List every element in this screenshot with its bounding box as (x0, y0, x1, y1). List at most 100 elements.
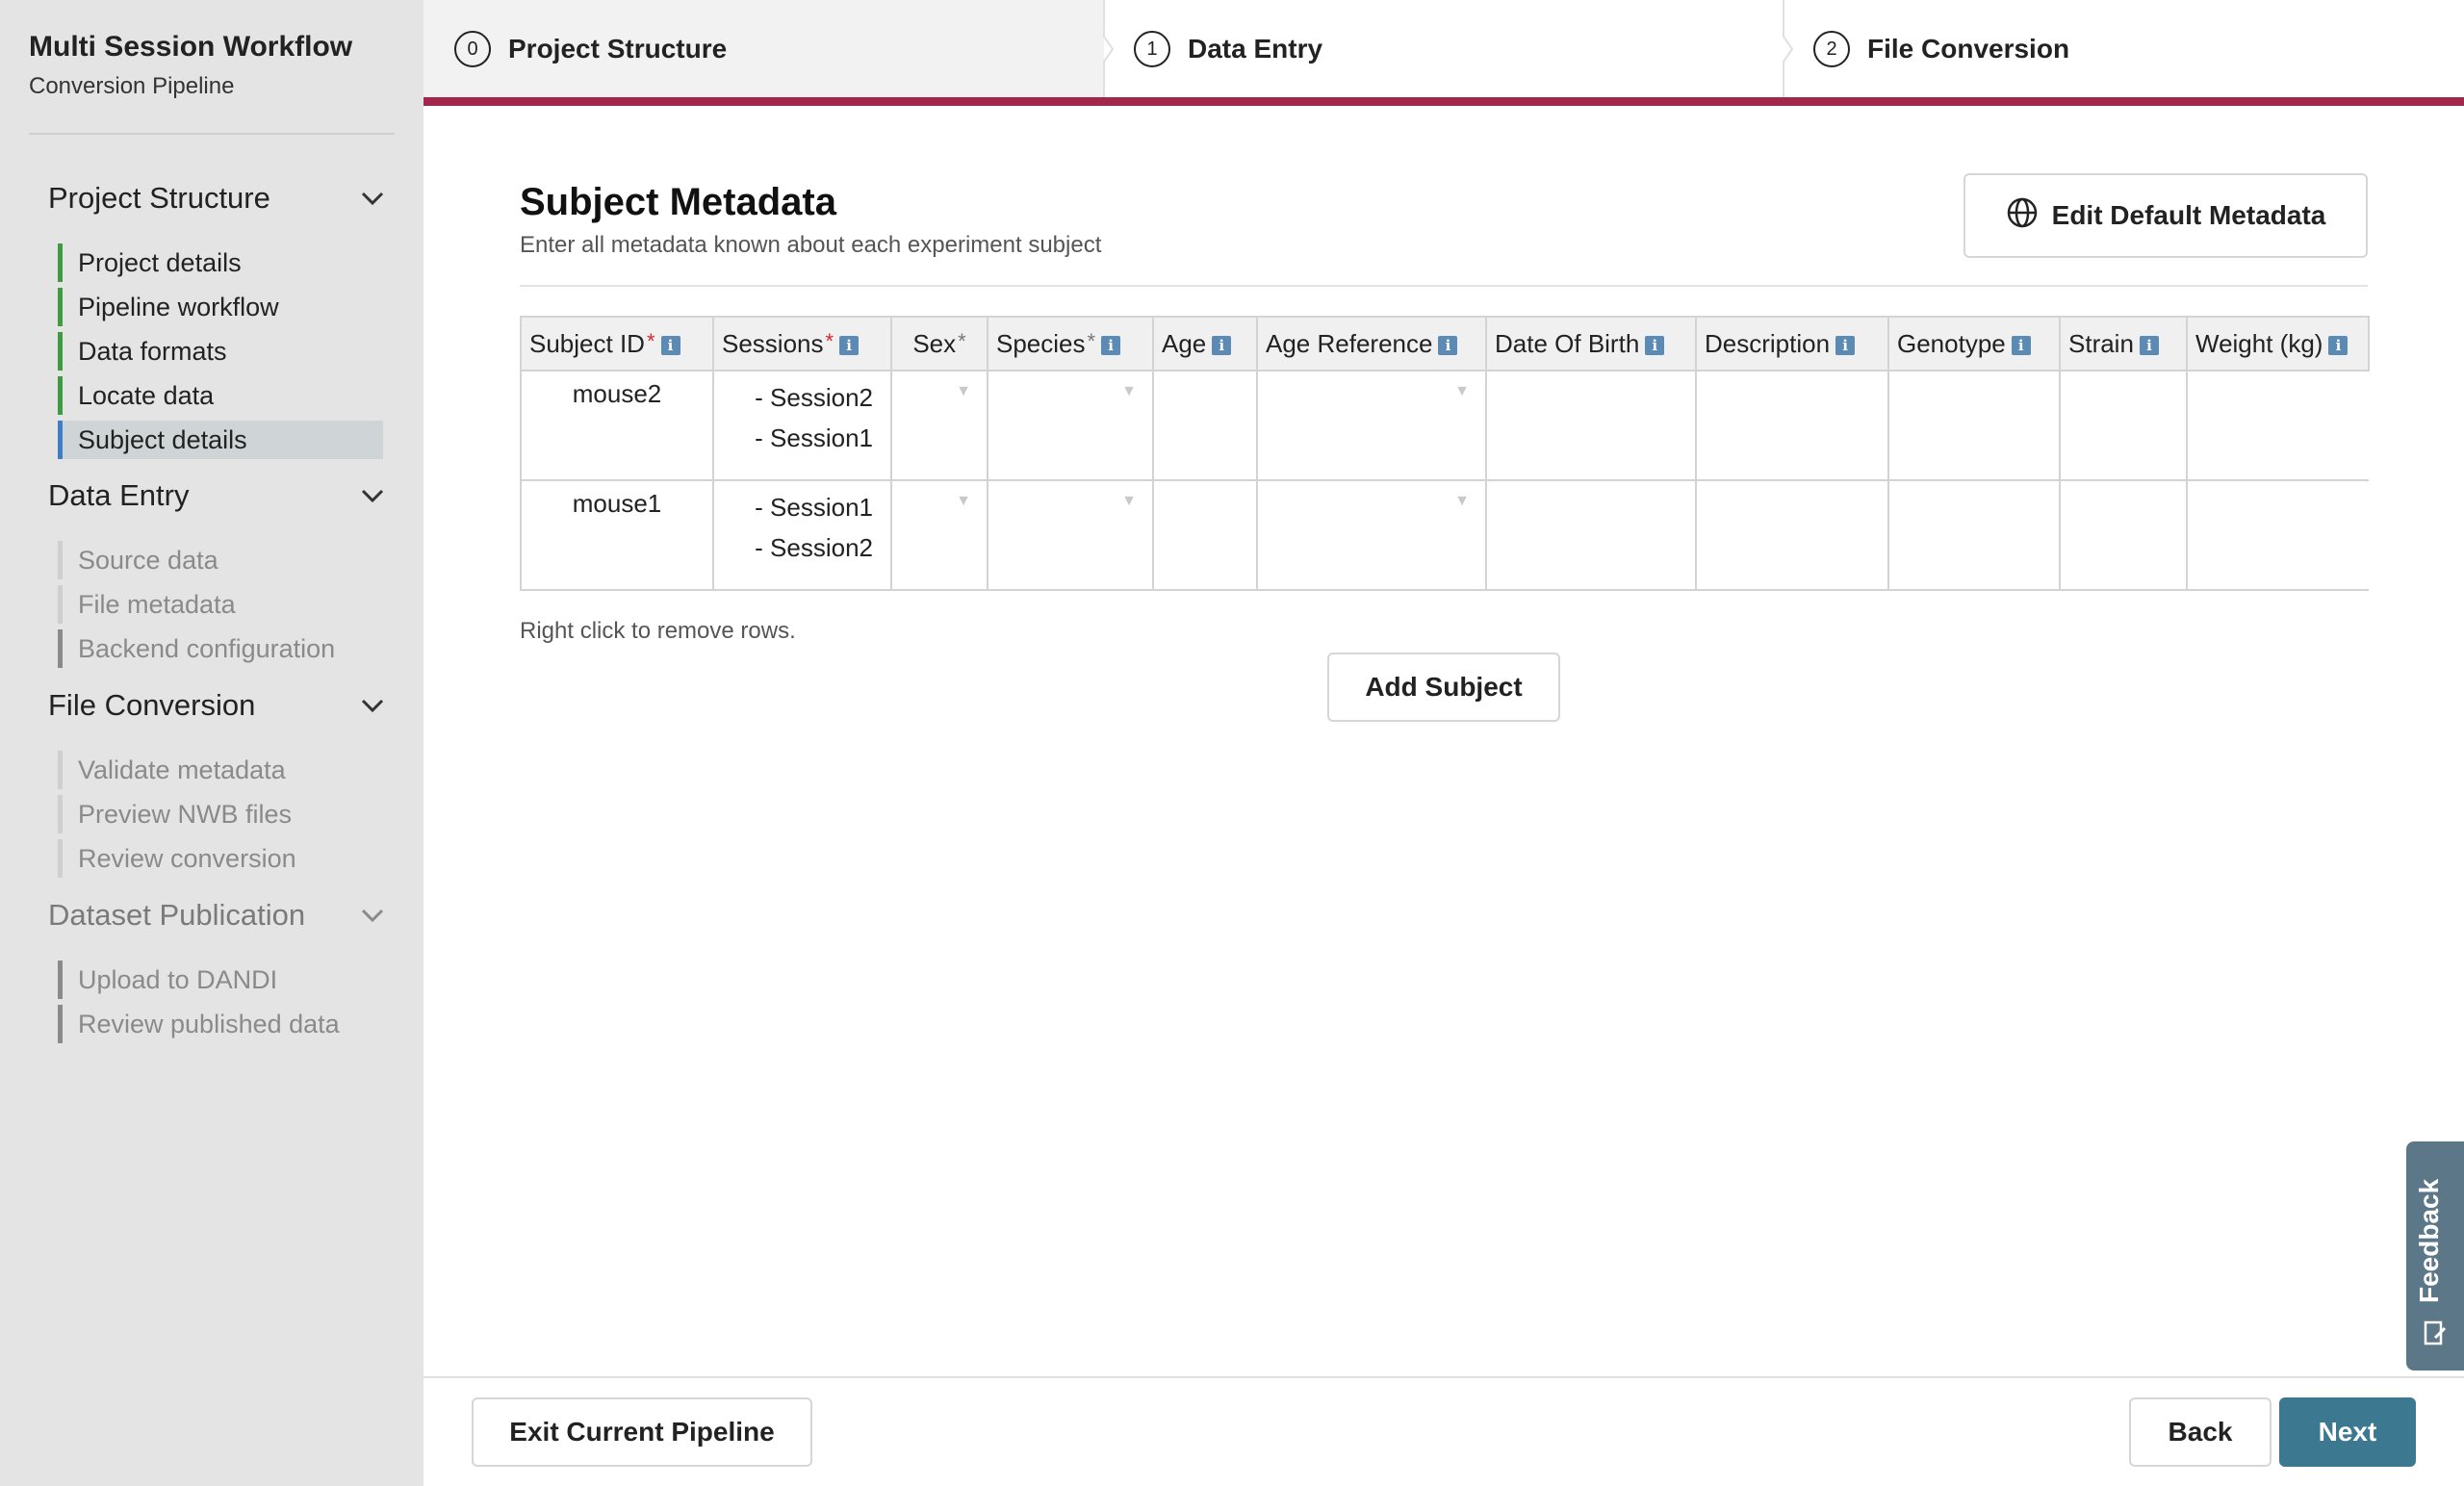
species-cell[interactable]: ▼ (987, 370, 1154, 481)
section-label: Project Structure (48, 181, 270, 215)
column-label: Date Of Birth (1495, 328, 1640, 358)
feedback-tab[interactable]: Feedback (2406, 1141, 2464, 1371)
exit-pipeline-button[interactable]: Exit Current Pipeline (472, 1397, 812, 1467)
column-header-age-reference[interactable]: Age Reference i (1256, 316, 1487, 372)
species-cell[interactable]: ▼ (987, 479, 1154, 591)
table-hint: Right click to remove rows. (520, 618, 796, 644)
app-title: Multi Session Workflow (29, 31, 353, 63)
info-icon[interactable]: i (1835, 335, 1856, 355)
sidebar-item-upload-to-dandi[interactable]: Upload to DANDI (58, 961, 383, 999)
required-marker: * (646, 328, 655, 353)
subject-id-cell[interactable]: mouse2 (520, 370, 714, 481)
sex-cell[interactable]: ▼ (890, 370, 988, 481)
age-reference-cell[interactable]: ▼ (1256, 370, 1487, 481)
column-header-species[interactable]: Species* i (987, 316, 1154, 372)
strain-cell[interactable] (2059, 479, 2188, 591)
sidebar: Multi Session Workflow Conversion Pipeli… (0, 0, 424, 1486)
column-header-age[interactable]: Age i (1152, 316, 1258, 372)
back-button[interactable]: Back (2129, 1397, 2272, 1467)
column-label: Weight (kg) (2195, 328, 2323, 358)
sidebar-item-pipeline-workflow[interactable]: Pipeline workflow (58, 288, 383, 326)
info-icon[interactable]: i (660, 335, 680, 355)
column-header-genotype[interactable]: Genotype i (1887, 316, 2061, 372)
sidebar-item-review-published-data[interactable]: Review published data (58, 1005, 383, 1043)
column-header-weight[interactable]: Weight (kg) i (2186, 316, 2370, 372)
column-header-sex[interactable]: Sex* (890, 316, 988, 372)
section-label: Dataset Publication (48, 898, 306, 932)
age-reference-cell[interactable]: ▼ (1256, 479, 1487, 591)
description-cell[interactable] (1695, 370, 1889, 481)
column-header-subject-id[interactable]: Subject ID* i (520, 316, 714, 372)
step-file-conversion[interactable]: 2 File Conversion (1813, 0, 2069, 98)
session-item: - Session1 (755, 493, 873, 522)
info-icon[interactable]: i (1645, 335, 1665, 355)
step-number: 2 (1813, 31, 1850, 67)
dropdown-arrow-icon: ▼ (956, 493, 971, 509)
column-header-date-of-birth[interactable]: Date Of Birth i (1485, 316, 1697, 372)
dropdown-arrow-icon: ▼ (1121, 493, 1137, 509)
sidebar-item-backend-configuration[interactable]: Backend configuration (58, 629, 383, 668)
sex-cell[interactable]: ▼ (890, 479, 988, 591)
feedback-label: Feedback (2414, 1178, 2444, 1303)
next-button[interactable]: Next (2279, 1397, 2416, 1467)
age-cell[interactable] (1152, 370, 1258, 481)
step-label: File Conversion (1867, 34, 2070, 64)
description-cell[interactable] (1695, 479, 1889, 591)
info-icon[interactable]: i (839, 335, 860, 355)
sidebar-item-data-formats[interactable]: Data formats (58, 332, 383, 371)
chevron-down-icon (360, 186, 385, 211)
column-label: Species (996, 328, 1086, 358)
info-icon[interactable]: i (2011, 335, 2031, 355)
age-cell[interactable] (1152, 479, 1258, 591)
sidebar-item-validate-metadata[interactable]: Validate metadata (58, 751, 383, 789)
column-label: Subject ID (529, 328, 645, 358)
sidebar-item-project-details[interactable]: Project details (58, 243, 383, 282)
sidebar-item-source-data[interactable]: Source data (58, 541, 383, 579)
edit-default-metadata-label: Edit Default Metadata (2051, 200, 2326, 230)
sidebar-item-subject-details[interactable]: Subject details (58, 421, 383, 459)
sessions-cell[interactable]: - Session2 - Session1 (712, 370, 892, 481)
column-header-strain[interactable]: Strain i (2059, 316, 2188, 372)
step-data-entry[interactable]: 1 Data Entry (1134, 0, 1322, 98)
step-number: 0 (454, 31, 491, 67)
dropdown-arrow-icon: ▼ (956, 383, 971, 399)
info-icon[interactable]: i (1212, 335, 1232, 355)
dropdown-arrow-icon: ▼ (1121, 383, 1137, 399)
edit-default-metadata-button[interactable]: Edit Default Metadata (1964, 173, 2368, 258)
section-file-conversion[interactable]: File Conversion (48, 688, 385, 723)
title-divider (520, 285, 2368, 287)
genotype-cell[interactable] (1887, 479, 2061, 591)
section-project-structure[interactable]: Project Structure (48, 181, 385, 216)
session-item: - Session1 (755, 423, 873, 452)
globe-icon (2006, 196, 2039, 236)
sidebar-item-locate-data[interactable]: Locate data (58, 376, 383, 415)
add-subject-button[interactable]: Add Subject (1327, 653, 1560, 722)
sidebar-item-preview-nwb-files[interactable]: Preview NWB files (58, 795, 383, 833)
column-header-description[interactable]: Description i (1695, 316, 1889, 372)
footer-divider (424, 1376, 2464, 1378)
info-icon[interactable]: i (1438, 335, 1458, 355)
section-data-entry[interactable]: Data Entry (48, 478, 385, 513)
chevron-down-icon (360, 483, 385, 508)
date-of-birth-cell[interactable] (1485, 479, 1697, 591)
session-item: - Session2 (755, 383, 873, 412)
weight-cell[interactable] (2186, 479, 2369, 591)
step-label: Project Structure (508, 34, 728, 64)
info-icon[interactable]: i (1101, 335, 1121, 355)
sidebar-item-file-metadata[interactable]: File metadata (58, 585, 383, 624)
strain-cell[interactable] (2059, 370, 2188, 481)
genotype-cell[interactable] (1887, 370, 2061, 481)
sidebar-item-review-conversion[interactable]: Review conversion (58, 839, 383, 878)
step-project-structure[interactable]: 0 Project Structure (454, 0, 727, 98)
date-of-birth-cell[interactable] (1485, 370, 1697, 481)
column-header-sessions[interactable]: Sessions* i (712, 316, 892, 372)
info-icon[interactable]: i (2328, 335, 2348, 355)
feedback-icon (2424, 1320, 2449, 1352)
column-label: Strain (2068, 328, 2134, 358)
dropdown-arrow-icon: ▼ (1454, 383, 1470, 399)
info-icon[interactable]: i (2139, 335, 2159, 355)
sessions-cell[interactable]: - Session1 - Session2 (712, 479, 892, 591)
section-dataset-publication[interactable]: Dataset Publication (48, 898, 385, 933)
subject-id-cell[interactable]: mouse1 (520, 479, 714, 591)
weight-cell[interactable] (2186, 370, 2369, 481)
